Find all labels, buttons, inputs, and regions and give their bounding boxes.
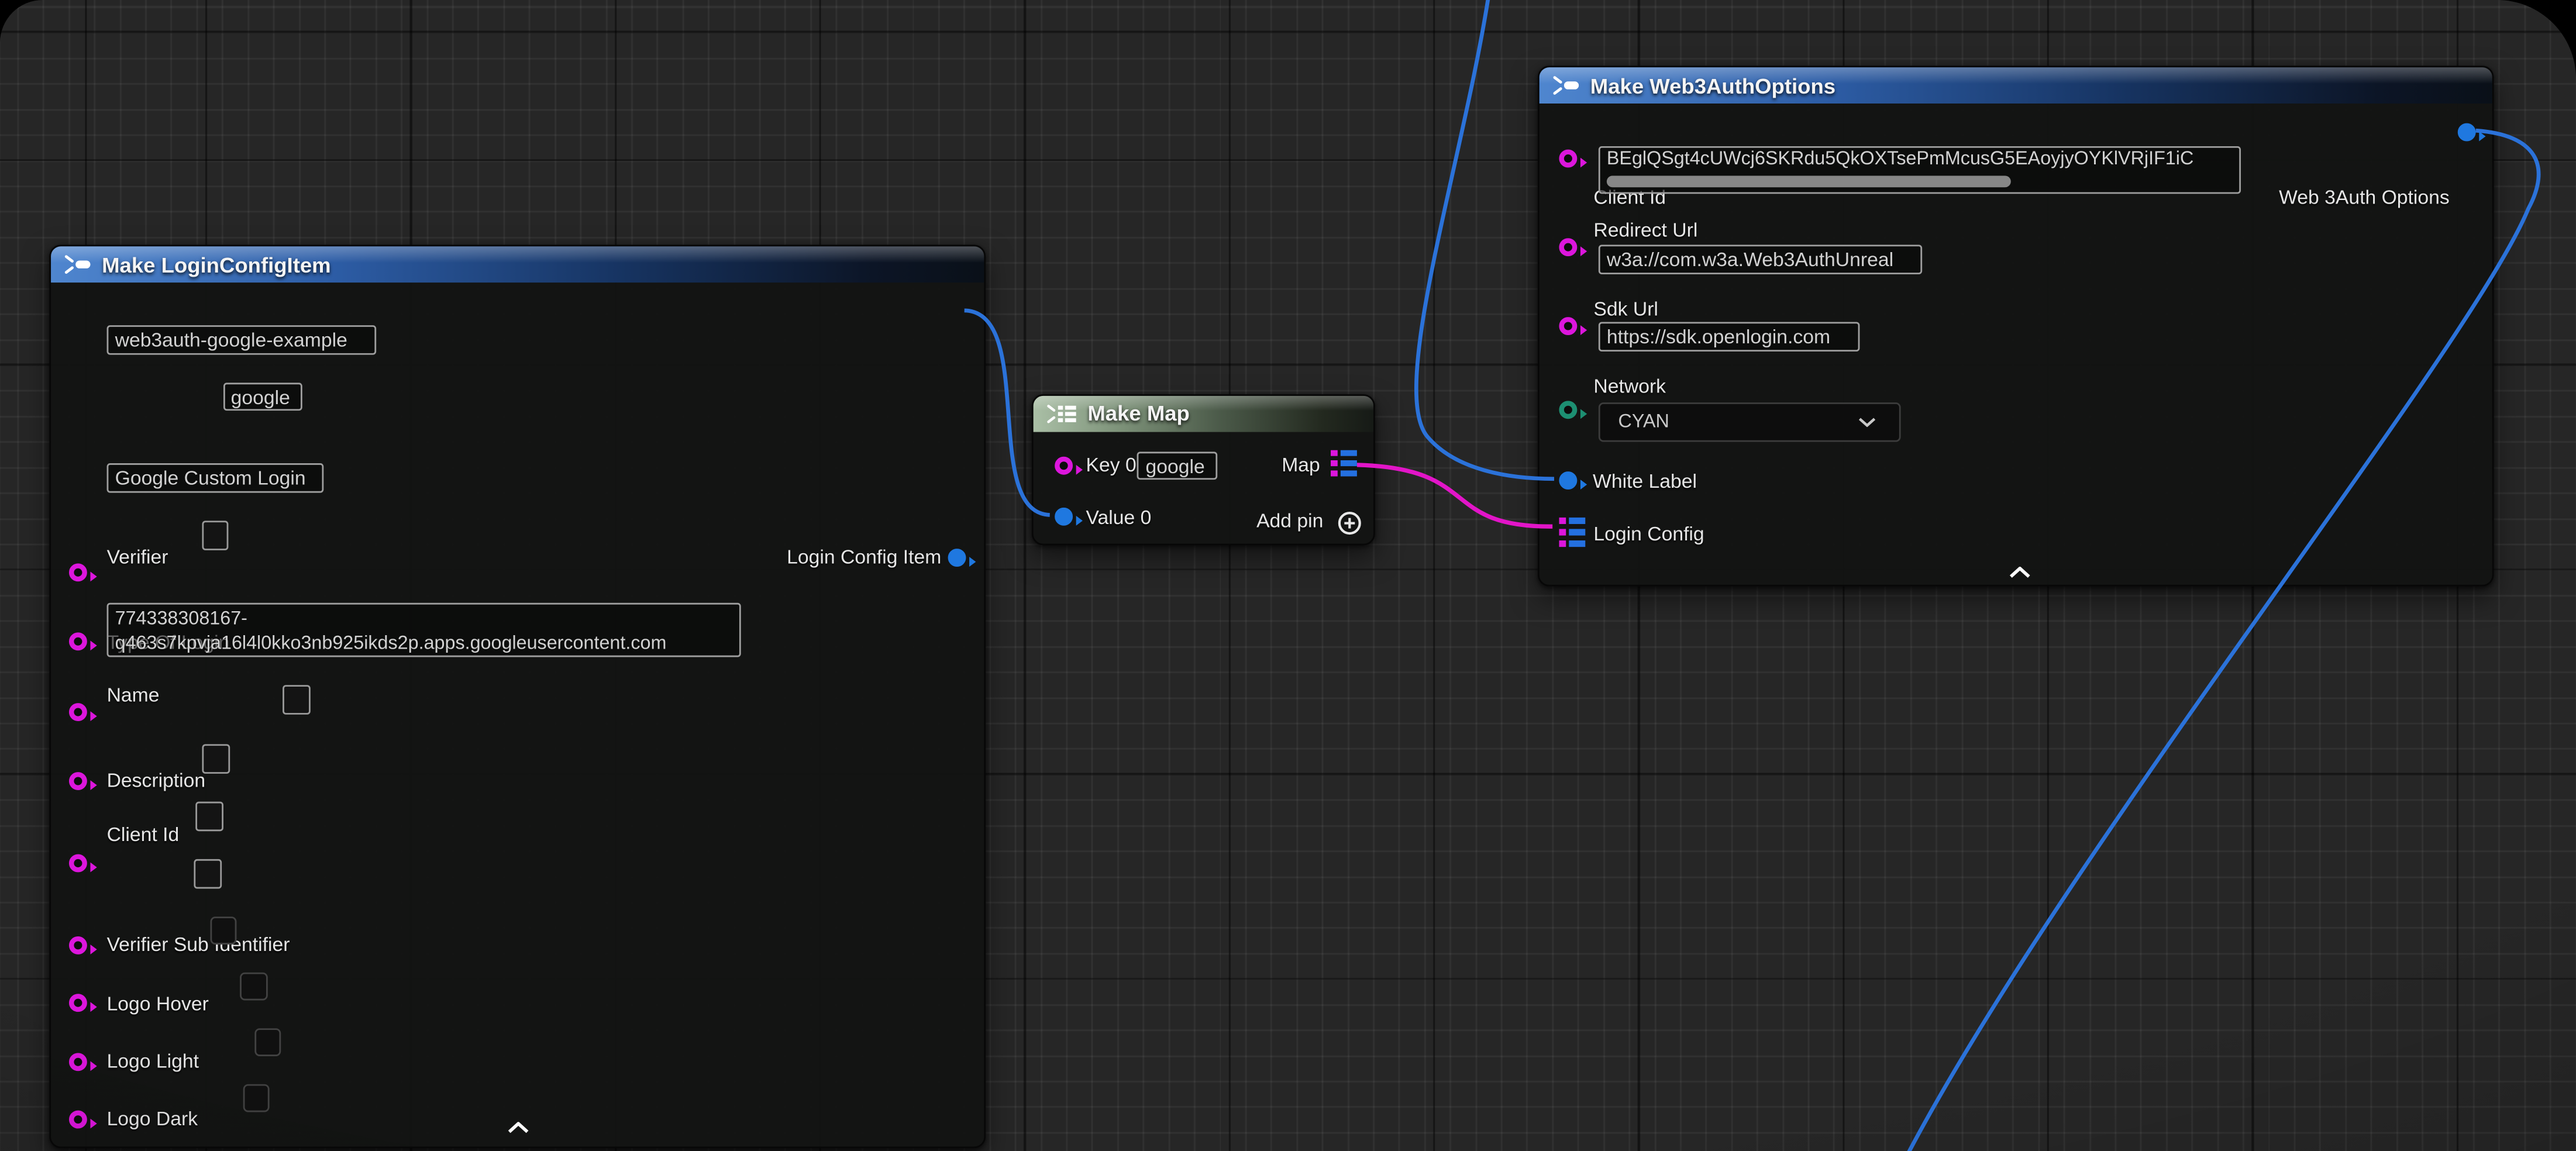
pin-label-redirect-url: Redirect Url xyxy=(1593,220,1697,240)
logo-light-input[interactable] xyxy=(195,801,223,831)
logo-dark-input[interactable] xyxy=(193,859,221,888)
input-pin-white-label[interactable] xyxy=(1559,471,1578,490)
pin-label-network: Network xyxy=(1593,377,1666,397)
chevron-down-icon xyxy=(1858,416,1876,426)
input-pin-sdk-url[interactable] xyxy=(1559,317,1578,335)
pin-label-client-id: Client Id xyxy=(107,825,180,845)
input-pin-network[interactable] xyxy=(1559,400,1578,418)
input-pin-value0[interactable] xyxy=(1054,508,1072,526)
logo-hover-input[interactable] xyxy=(202,743,230,774)
wire-offscreen-to-white-label[interactable] xyxy=(1416,0,1554,479)
network-dropdown[interactable]: CYAN xyxy=(1599,402,1901,442)
input-pin-description[interactable] xyxy=(68,771,87,790)
add-pin-button[interactable] xyxy=(1337,511,1361,544)
node-title: Make Map xyxy=(1087,401,1190,425)
client-id-input[interactable]: 774338308167- q463s7kpvja16l4l0kko3nb925… xyxy=(107,602,741,657)
type-of-login-input[interactable]: google xyxy=(223,382,302,412)
sdk-url-input[interactable]: https://sdk.openlogin.com xyxy=(1599,323,1860,351)
node-header-make-map[interactable]: Make Map xyxy=(1034,395,1373,431)
collapse-node-button[interactable] xyxy=(1999,562,2041,582)
redirect-url-input[interactable]: w3a://com.w3a.Web3AuthUnreal xyxy=(1599,244,1922,274)
input-pin-type-of-login[interactable] xyxy=(68,632,87,650)
output-pin-label-map: Map xyxy=(1231,455,1320,475)
input-pin-client-id[interactable] xyxy=(68,853,87,871)
make-struct-icon xyxy=(1552,75,1580,95)
show-on-mobile-checkbox[interactable] xyxy=(243,1084,270,1112)
make-struct-icon xyxy=(64,254,92,274)
client-id-line1: 774338308167- xyxy=(115,607,733,632)
pin-label-verifier: Verifier xyxy=(107,546,168,566)
node-make-loginconfigitem[interactable]: Make LoginConfigItem Login Config Item V… xyxy=(49,244,986,1148)
verifier-sub-identifier-input[interactable] xyxy=(283,685,311,715)
pin-label-description: Description xyxy=(107,770,206,790)
pin-label-logo-light: Logo Light xyxy=(107,1052,199,1071)
input-pin-verifier[interactable] xyxy=(68,563,87,581)
input-pin-redirect-url[interactable] xyxy=(1559,238,1578,256)
input-pin-key0[interactable] xyxy=(1054,456,1072,474)
pin-label-login-config: Login Config xyxy=(1593,523,1704,543)
output-pin-map[interactable] xyxy=(1331,450,1357,484)
node-header-make-loginconfigitem[interactable]: Make LoginConfigItem xyxy=(51,246,984,282)
blueprint-graph-canvas[interactable]: Make LoginConfigItem Login Config Item V… xyxy=(0,0,2576,1151)
wire-map-to-login-config[interactable] xyxy=(1357,465,1552,526)
output-pin-web3auth-options[interactable] xyxy=(2457,123,2475,142)
input-pin-login-config[interactable] xyxy=(1558,518,1585,556)
collapse-node-button[interactable] xyxy=(496,1117,539,1137)
key0-input[interactable]: google xyxy=(1137,451,1217,480)
pin-label-sdk-url: Sdk Url xyxy=(1593,299,1658,319)
output-pin-login-config-item[interactable] xyxy=(948,548,966,566)
pin-label-logo-dark: Logo Dark xyxy=(107,1109,198,1129)
show-on-modal-checkbox[interactable] xyxy=(240,973,267,1001)
verifier-input[interactable]: web3auth-google-example xyxy=(107,325,376,354)
output-pin-label: Web 3Auth Options xyxy=(2279,187,2450,207)
pin-label-logo-hover: Logo Hover xyxy=(107,993,209,1013)
make-map-icon xyxy=(1046,404,1077,423)
client-id-horizontal-scrollbar[interactable] xyxy=(1607,175,2011,187)
node-title: Make LoginConfigItem xyxy=(102,252,331,277)
pin-label-value0: Value 0 xyxy=(1086,507,1152,527)
node-make-map[interactable]: Make Map Key 0 google Map Value 0 Add pi… xyxy=(1032,394,1375,545)
node-make-web3authoptions[interactable]: Make Web3AuthOptions Web 3Auth Options C… xyxy=(1538,66,2494,586)
show-on-desktop-checkbox[interactable] xyxy=(254,1029,281,1057)
add-pin-label: Add pin xyxy=(1198,511,1324,530)
main-option-checkbox[interactable] xyxy=(209,917,236,945)
client-id-line2: q463s7kpvja16l4l0kko3nb925ikds2p.apps.go… xyxy=(115,632,733,656)
pin-label-white-label: White Label xyxy=(1593,471,1697,491)
pin-label-verifier-sub-identifier: Verifier Sub Identifier xyxy=(107,935,290,954)
node-header-make-web3authoptions[interactable]: Make Web3AuthOptions xyxy=(1540,67,2492,104)
name-input[interactable]: Google Custom Login xyxy=(107,463,323,493)
pin-label-key0: Key 0 xyxy=(1086,456,1137,475)
input-pin-name[interactable] xyxy=(68,702,87,721)
input-pin-client-id[interactable] xyxy=(1559,150,1578,168)
input-pin-logo-light[interactable] xyxy=(68,1052,87,1070)
node-title: Make Web3AuthOptions xyxy=(1590,73,1835,98)
input-pin-logo-dark[interactable] xyxy=(68,1109,87,1128)
pin-label-name: Name xyxy=(107,685,160,705)
input-pin-verifier-sub-identifier[interactable] xyxy=(68,936,87,954)
network-dropdown-value: CYAN xyxy=(1618,412,1669,432)
description-input[interactable] xyxy=(201,521,229,550)
input-pin-logo-hover[interactable] xyxy=(68,994,87,1012)
output-pin-label: Login Config Item xyxy=(787,547,941,567)
